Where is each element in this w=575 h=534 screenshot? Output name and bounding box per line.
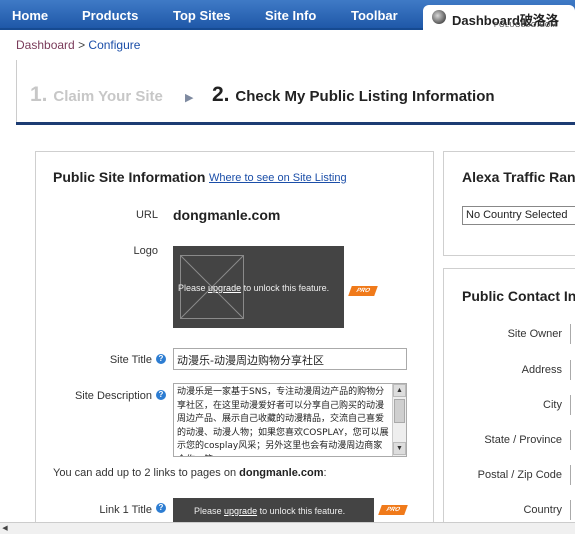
site-description-textarea[interactable]: 动漫乐是一家基于SNS，专注动漫周边产品的购物分享社区，在这里动漫爱好者可以分享…: [173, 383, 407, 457]
upgrade-link[interactable]: upgrade: [224, 506, 257, 516]
steps-divider: [16, 122, 575, 125]
traffic-rank-panel: [443, 151, 575, 256]
top-nav: Home Products Top Sites Site Info Toolba…: [0, 0, 575, 30]
city-label: City: [543, 399, 562, 411]
help-icon[interactable]: ?: [156, 390, 166, 400]
nav-top-sites[interactable]: Top Sites: [173, 8, 231, 23]
site-owner-label: Site Owner: [507, 328, 562, 340]
pro-badge: PRO: [378, 505, 408, 515]
nav-home[interactable]: Home: [12, 8, 48, 23]
site-description-label: Site Description: [74, 390, 152, 402]
url-label: URL: [135, 209, 158, 221]
pro-badge: PRO: [348, 286, 378, 296]
country-input[interactable]: [570, 500, 575, 520]
upgrade-link[interactable]: upgrade: [208, 283, 241, 293]
panel-title: Public Site Information: [53, 169, 206, 185]
step-1: 1. Claim Your Site: [30, 83, 163, 106]
nav-products[interactable]: Products: [82, 8, 138, 23]
contact-info-title: Public Contact Info: [462, 288, 575, 304]
step-2: 2. Check My Public Listing Information: [212, 83, 495, 106]
site-owner-input[interactable]: [570, 324, 575, 344]
address-label: Address: [521, 364, 562, 376]
traffic-rank-title: Alexa Traffic Rank: [462, 169, 575, 185]
postal-input[interactable]: [570, 465, 575, 485]
scroll-left-icon[interactable]: ◀: [0, 523, 10, 534]
scroll-down-icon[interactable]: ▼: [393, 442, 406, 455]
step-arrow-icon: ▶: [185, 92, 194, 104]
city-input[interactable]: [570, 395, 575, 415]
site-title-input[interactable]: 动漫乐-动漫周边购物分享社区: [173, 348, 407, 370]
description-scrollbar[interactable]: ▲ ▼: [392, 384, 406, 456]
scroll-up-icon[interactable]: ▲: [393, 384, 406, 397]
link-1-title-label: Link 1 Title: [99, 504, 152, 516]
links-note: You can add up to 2 links to pages on do…: [53, 467, 327, 479]
country-select[interactable]: No Country Selected: [462, 206, 575, 225]
dashboard-gauge-icon: [432, 10, 446, 24]
state-input[interactable]: [570, 430, 575, 450]
horizontal-scrollbar[interactable]: ◀: [0, 522, 575, 534]
logo-unlock-message: Please upgrade to unlock this feature.: [178, 283, 330, 293]
country-label: Country: [523, 504, 562, 516]
breadcrumb-separator: >: [78, 38, 86, 52]
scroll-thumb[interactable]: [394, 399, 405, 423]
state-label: State / Province: [484, 434, 562, 446]
nav-site-info[interactable]: Site Info: [265, 8, 316, 23]
site-title-label: Site Title: [109, 354, 152, 366]
help-icon[interactable]: ?: [156, 354, 166, 364]
nav-toolbar[interactable]: Toolbar: [351, 8, 398, 23]
breadcrumb: Dashboard > Configure: [16, 38, 140, 52]
link-unlock-message: Please upgrade to unlock this feature.: [194, 506, 346, 516]
logo-label: Logo: [133, 245, 158, 257]
breadcrumb-configure[interactable]: Configure: [88, 38, 140, 52]
watermark-url: POLUOLUO.COM: [494, 22, 558, 29]
site-description-text: 动漫乐是一家基于SNS，专注动漫周边产品的购物分享社区，在这里动漫爱好者可以分享…: [177, 387, 389, 456]
breadcrumb-dashboard[interactable]: Dashboard: [16, 38, 75, 52]
postal-label: Postal / Zip Code: [477, 469, 562, 481]
url-value: dongmanle.com: [173, 207, 281, 223]
address-input[interactable]: [570, 360, 575, 380]
help-icon[interactable]: ?: [156, 503, 166, 513]
where-to-see-link[interactable]: Where to see on Site Listing: [209, 172, 347, 184]
